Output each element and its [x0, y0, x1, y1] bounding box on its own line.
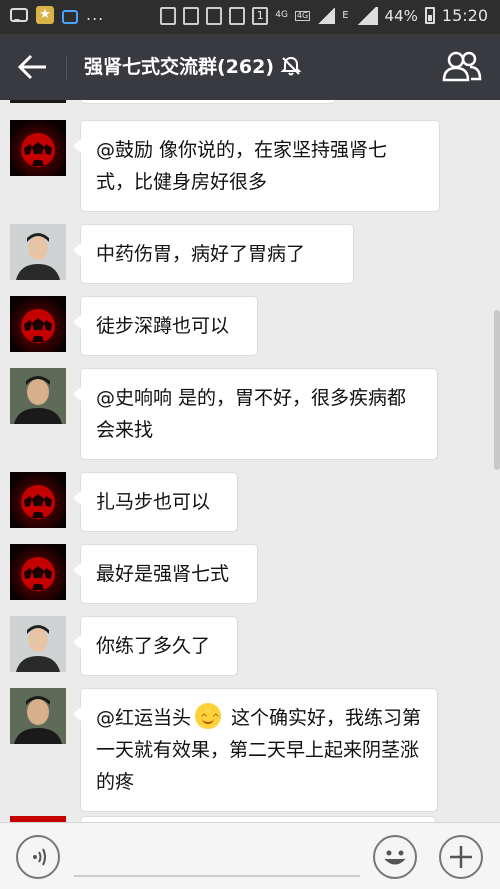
message-bubble[interactable]: 最好是强肾七式 — [73, 544, 258, 604]
back-arrow-icon — [17, 54, 46, 80]
avatar[interactable] — [10, 688, 66, 744]
more-notifications-icon: ... — [86, 5, 105, 24]
emoji-icon — [384, 850, 406, 865]
network-4g-label: 4G — [275, 10, 288, 20]
avatar[interactable] — [10, 120, 66, 176]
message-bubble[interactable]: @鼓励 像你说的，在家坚持强肾七式，比健身房好很多 — [73, 120, 440, 212]
group-members-button[interactable] — [442, 50, 482, 84]
avatar[interactable] — [10, 544, 66, 600]
smile-emoji-icon — [195, 703, 222, 735]
battery-percent: 44% — [384, 6, 418, 25]
status-bar: ★ ... 1 4G 4G E 44% 15:20 — [0, 0, 500, 34]
chat-header: 强肾七式交流群(262) — [0, 34, 500, 100]
message-bubble[interactable]: 徒步深蹲也可以 — [73, 296, 258, 356]
avatar[interactable] — [10, 224, 66, 280]
back-button[interactable] — [16, 52, 50, 82]
signal-icon — [317, 7, 336, 24]
message-bubble[interactable]: @史响响 是的，胃不好，很多疾病都会来找 — [73, 368, 438, 460]
bell-off-icon — [280, 56, 302, 75]
message-list[interactable]: @鼓励 像你说的，在家坚持强肾七式，比健身房好很多 中药伤胃，病好了胃病了 徒步… — [0, 100, 500, 822]
previous-avatar — [10, 100, 66, 103]
message-bubble[interactable]: 中药伤胃，病好了胃病了 — [73, 224, 354, 284]
avatar[interactable] — [10, 472, 66, 528]
star-notification-icon: ★ — [36, 6, 54, 24]
message-input[interactable] — [74, 875, 360, 877]
previous-message-bubble — [80, 100, 336, 104]
emoji-button[interactable] — [373, 835, 417, 879]
network-4g2-label: 4G — [294, 10, 311, 21]
message-bubble[interactable]: @红运当头 这个确实好，我练习第一天就有效果，第二天早上起来阴茎涨的疼 — [73, 688, 438, 812]
group-name: 强肾七式交流群(262) — [84, 56, 275, 78]
nfc-icon — [183, 6, 200, 25]
voice-icon — [33, 848, 46, 866]
avatar[interactable] — [10, 616, 66, 672]
message-bubble[interactable]: 扎马步也可以 — [73, 472, 238, 532]
voice-button[interactable] — [16, 835, 60, 879]
more-options-button[interactable] — [439, 835, 483, 879]
signal-strength-icon — [355, 6, 378, 25]
avatar[interactable] — [10, 296, 66, 352]
clock: 15:20 — [441, 6, 488, 25]
input-bar — [0, 822, 500, 889]
message-bubble[interactable]: 你练了多久了 — [73, 616, 238, 676]
avatar[interactable] — [10, 368, 66, 424]
group-members-icon — [442, 51, 482, 82]
notification-count-icon: 1 — [252, 6, 269, 25]
page-title: 强肾七式交流群(262) — [84, 52, 302, 79]
recycle-icon — [160, 6, 177, 25]
lock-notification-icon — [62, 10, 78, 24]
battery-icon — [424, 7, 435, 24]
alarm-icon — [206, 6, 223, 25]
network-e-label: E — [342, 10, 349, 21]
message-notification-icon — [10, 8, 28, 22]
wifi-call-icon — [229, 6, 246, 25]
scrollbar[interactable] — [494, 310, 500, 470]
mention-text: @红运当头 — [96, 707, 192, 729]
title-divider — [66, 55, 67, 79]
plus-icon — [450, 846, 472, 868]
